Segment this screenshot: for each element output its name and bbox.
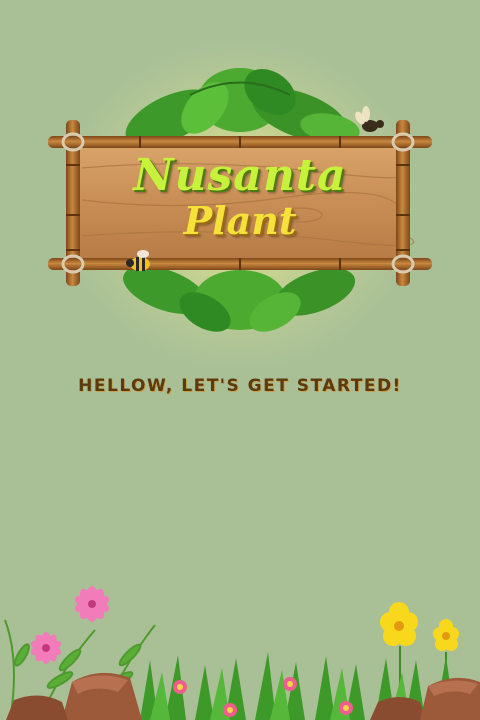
app-title: Nusanta — [133, 150, 347, 201]
garden-scene — [4, 586, 480, 720]
app-subtitle: Plant — [183, 198, 297, 243]
greeting-text: HELLOW, LET'S GET STARTED! — [78, 376, 402, 396]
flower-icon — [30, 586, 110, 664]
